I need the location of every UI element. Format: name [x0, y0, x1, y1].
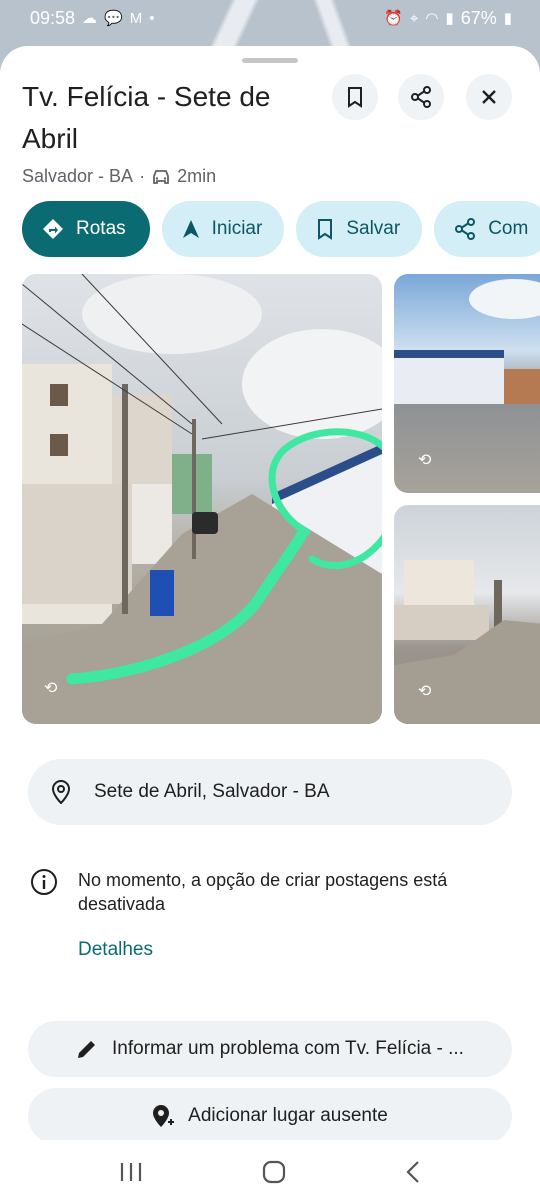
bookmark-button[interactable] — [332, 74, 378, 120]
add-missing-place-button[interactable]: Adicionar lugar ausente — [28, 1088, 512, 1140]
panorama-icon: ⟲ — [44, 680, 58, 697]
navigation-arrow-icon — [182, 220, 199, 238]
wifi-icon: ◠ — [425, 10, 439, 27]
clock: 09:58 — [30, 7, 76, 28]
travel-time: 2min — [177, 166, 217, 186]
street-view-photo-2[interactable]: ⟲ — [394, 274, 540, 493]
location-text: Salvador - BA — [22, 166, 134, 186]
location-pin-icon — [52, 780, 70, 804]
place-sheet: Tv. Felícia - Sete de Abril Salvador - B… — [0, 46, 540, 1140]
report-problem-label: Informar um problema com Tv. Felícia - .… — [112, 1038, 464, 1059]
share-icon — [411, 86, 431, 108]
posting-notice: No momento, a opção de criar postagens e… — [30, 868, 510, 916]
street-view-photo-main[interactable]: ⟲ — [22, 274, 382, 724]
save-button[interactable]: Salvar — [296, 201, 423, 257]
add-location-icon — [153, 1105, 175, 1127]
start-label: Iniciar — [211, 218, 263, 239]
add-missing-place-label: Adicionar lugar ausente — [188, 1105, 388, 1126]
status-left: 09:58 ☁ 💬 M • — [30, 8, 155, 29]
car-icon — [153, 169, 169, 184]
panorama-icon: ⟲ — [418, 683, 432, 700]
bookmark-icon — [348, 87, 362, 108]
place-subtitle: Salvador - BA · 2min — [22, 166, 216, 187]
share-icon — [455, 218, 476, 240]
details-link[interactable]: Detalhes — [78, 939, 153, 961]
separator: · — [139, 166, 146, 186]
notice-text: No momento, a opção de criar postagens e… — [78, 870, 448, 914]
directions-icon — [43, 219, 63, 239]
place-title: Tv. Felícia - Sete de Abril — [22, 81, 271, 154]
close-button[interactable] — [466, 74, 512, 120]
home-icon[interactable] — [262, 1160, 286, 1184]
battery-icon: ▮ — [503, 10, 512, 27]
status-right: ⏰ ⌖ ◠ ▮ 67% ▮ — [384, 8, 512, 29]
cloud-icon: ☁ — [82, 10, 98, 27]
pencil-icon — [78, 1041, 96, 1058]
share-chip[interactable]: Com — [434, 201, 540, 257]
directions-label: Rotas — [76, 218, 126, 239]
panorama-icon: ⟲ — [418, 452, 432, 469]
signal-icon: ▮ — [445, 10, 454, 27]
dot-icon: • — [149, 9, 155, 27]
alarm-icon: ⏰ — [384, 10, 403, 27]
street-scene-illustration — [22, 274, 382, 724]
gmail-icon: M — [129, 9, 143, 27]
recent-apps-icon[interactable] — [119, 1161, 143, 1183]
drag-handle[interactable] — [242, 58, 298, 63]
info-icon — [31, 869, 57, 895]
directions-button[interactable]: Rotas — [22, 201, 150, 257]
street-scene-illustration — [394, 560, 540, 724]
chat-icon: 💬 — [104, 10, 123, 27]
street-view-photo-3[interactable]: ⟲ — [394, 505, 540, 724]
action-chips: Rotas Iniciar Salvar Com — [22, 201, 540, 257]
battery-level: 67% — [460, 7, 497, 28]
bookmark-icon — [318, 219, 333, 240]
share-button[interactable] — [398, 74, 444, 120]
status-bar: 09:58 ☁ 💬 M • ⏰ ⌖ ◠ ▮ 67% ▮ — [0, 0, 540, 36]
address-row[interactable]: Sete de Abril, Salvador - BA — [28, 759, 512, 825]
close-icon — [482, 90, 496, 104]
street-scene-illustration — [394, 279, 540, 404]
report-problem-button[interactable]: Informar um problema com Tv. Felícia - .… — [28, 1021, 512, 1077]
share-chip-label: Com — [488, 218, 529, 239]
system-navigation-bar — [0, 1140, 540, 1204]
location-icon: ⌖ — [409, 9, 419, 27]
back-icon[interactable] — [405, 1160, 421, 1184]
start-button[interactable]: Iniciar — [161, 201, 285, 257]
address-text: Sete de Abril, Salvador - BA — [94, 781, 330, 802]
save-label: Salvar — [346, 218, 401, 239]
